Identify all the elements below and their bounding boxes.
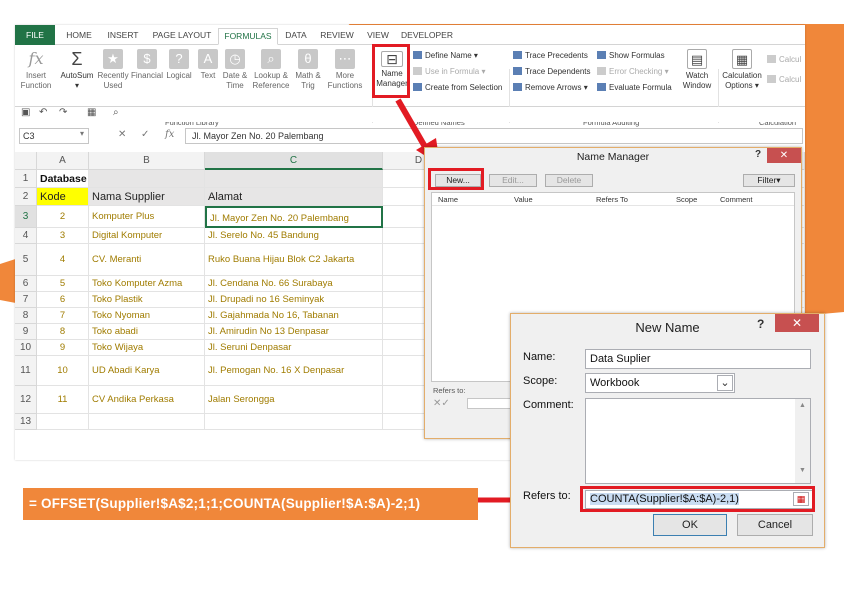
- col-comment[interactable]: Comment: [720, 195, 753, 204]
- col-name[interactable]: Name: [438, 195, 458, 204]
- name-input[interactable]: Data Suplier: [585, 349, 811, 369]
- ok-button[interactable]: OK: [653, 514, 727, 536]
- refers-to-label: Refers to:: [523, 490, 571, 502]
- scroll-down-icon[interactable]: ▼: [795, 467, 810, 474]
- scope-select[interactable]: Workbook: [585, 373, 735, 393]
- highlight-new-button: [428, 168, 484, 190]
- close-icon[interactable]: ✕: [775, 314, 819, 332]
- comment-label: Comment:: [523, 399, 574, 411]
- formula-caption: = OFFSET(Supplier!$A$2;1;1;COUNTA(Suppli…: [23, 488, 478, 520]
- cancel-button[interactable]: Cancel: [737, 514, 813, 536]
- help-icon[interactable]: ?: [755, 149, 761, 160]
- filter-button[interactable]: Filter▾: [743, 174, 795, 187]
- filter-label: Filter: [757, 175, 777, 185]
- cancel-confirm-icons[interactable]: ✕✓: [433, 398, 450, 409]
- scroll-up-icon[interactable]: ▲: [795, 402, 810, 409]
- edit-name-button[interactable]: Edit...: [489, 174, 537, 187]
- scope-dropdown-chevron-down-icon[interactable]: ⌄: [717, 375, 733, 391]
- highlight-name-manager: [372, 44, 410, 98]
- comment-scrollbar[interactable]: ▲ ▼: [795, 399, 810, 483]
- names-list-header: Name Value Refers To Scope Comment: [432, 193, 794, 206]
- delete-name-button[interactable]: Delete: [545, 174, 593, 187]
- col-refers-to[interactable]: Refers To: [596, 195, 628, 204]
- name-manager-title: Name Manager: [576, 151, 650, 163]
- new-name-dialog: New Name ? ✕ Name: Data Suplier Scope: W…: [510, 313, 825, 548]
- arrow-to-name-manager: [395, 98, 431, 154]
- col-value[interactable]: Value: [514, 195, 533, 204]
- highlight-refers-to: [580, 486, 815, 512]
- col-scope[interactable]: Scope: [676, 195, 697, 204]
- scope-label: Scope:: [523, 375, 558, 387]
- name-label: Name:: [523, 351, 556, 363]
- comment-textarea[interactable]: [585, 398, 811, 484]
- refers-to-label-bg: Refers to:: [433, 386, 466, 395]
- close-icon[interactable]: ✕: [767, 148, 801, 163]
- help-icon[interactable]: ?: [757, 317, 764, 331]
